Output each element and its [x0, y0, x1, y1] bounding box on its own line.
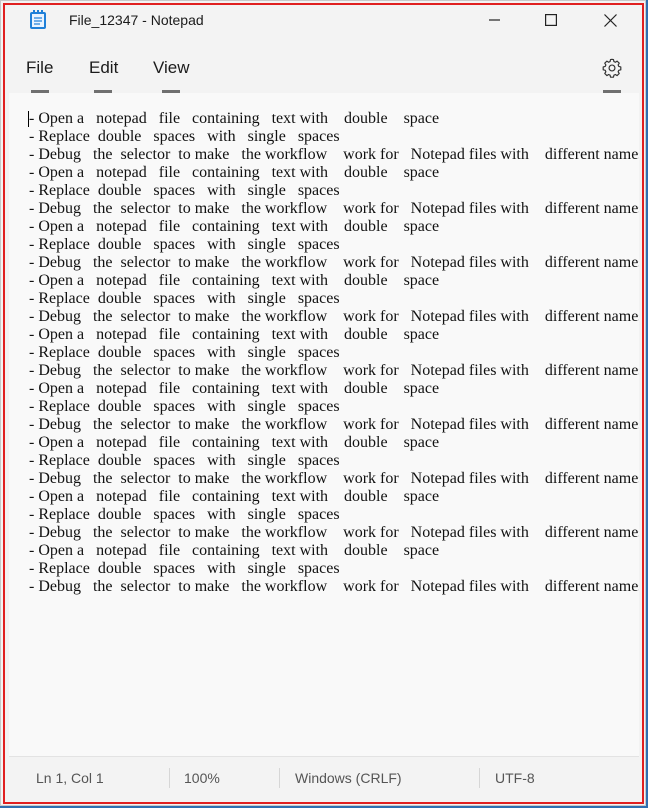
minimize-button[interactable]: [466, 1, 524, 39]
status-bar: Ln 1, Col 1 100% Windows (CRLF) UTF-8: [9, 756, 639, 797]
editor-text: - Open a notepad file containing text wi…: [29, 110, 639, 596]
menu-file[interactable]: File: [26, 58, 53, 78]
text-line: - Open a notepad file containing text wi…: [29, 326, 440, 343]
minimize-icon: [489, 19, 500, 21]
text-line: - Debug the selector to make the workflo…: [29, 470, 639, 487]
notepad-app-icon: [30, 10, 46, 29]
window-title: File_12347 - Notepad: [69, 12, 204, 28]
notepad-window: File_12347 - Notepad File Edit View F E …: [0, 0, 646, 806]
status-divider: [279, 768, 280, 788]
text-line: - Debug the selector to make the workflo…: [29, 416, 639, 433]
close-button[interactable]: [581, 1, 639, 39]
status-divider: [169, 768, 170, 788]
cursor-position: Ln 1, Col 1: [36, 770, 104, 786]
zoom-level[interactable]: 100%: [184, 770, 220, 786]
text-line: - Debug the selector to make the workflo…: [29, 308, 639, 325]
text-line: - Replace double spaces with single spac…: [29, 506, 340, 523]
title-bar[interactable]: File_12347 - Notepad: [1, 1, 645, 41]
gear-icon[interactable]: [601, 57, 623, 79]
maximize-icon: [545, 14, 557, 26]
maximize-button[interactable]: [522, 1, 580, 39]
menu-edit[interactable]: Edit: [89, 58, 118, 78]
text-line: - Open a notepad file containing text wi…: [29, 542, 440, 559]
text-line: - Open a notepad file containing text wi…: [29, 218, 440, 235]
text-editor[interactable]: - Open a notepad file containing text wi…: [9, 93, 639, 757]
menu-view[interactable]: View: [153, 58, 190, 78]
text-line: - Replace double spaces with single spac…: [29, 344, 340, 361]
text-line: - Open a notepad file containing text wi…: [29, 272, 440, 289]
text-line: - Debug the selector to make the workflo…: [29, 362, 639, 379]
text-line: - Debug the selector to make the workflo…: [29, 254, 639, 271]
text-line: - Replace double spaces with single spac…: [29, 128, 340, 145]
text-line: - Open a notepad file containing text wi…: [29, 434, 440, 451]
text-line: - Replace double spaces with single spac…: [29, 452, 340, 469]
text-line: - Debug the selector to make the workflo…: [29, 146, 639, 163]
close-icon: [603, 13, 617, 27]
menu-bar: File Edit View: [1, 41, 645, 93]
text-line: - Debug the selector to make the workflo…: [29, 200, 639, 217]
line-ending[interactable]: Windows (CRLF): [295, 770, 402, 786]
text-line: - Replace double spaces with single spac…: [29, 236, 340, 253]
text-line: - Open a notepad file containing text wi…: [29, 110, 440, 127]
text-line: - Replace double spaces with single spac…: [29, 560, 340, 577]
text-line: - Open a notepad file containing text wi…: [29, 164, 440, 181]
encoding[interactable]: UTF-8: [495, 770, 535, 786]
text-line: - Replace double spaces with single spac…: [29, 290, 340, 307]
text-line: - Replace double spaces with single spac…: [29, 398, 340, 415]
text-line: - Debug the selector to make the workflo…: [29, 524, 639, 541]
status-divider: [479, 768, 480, 788]
text-line: - Open a notepad file containing text wi…: [29, 380, 440, 397]
text-line: - Open a notepad file containing text wi…: [29, 488, 440, 505]
text-line: - Replace double spaces with single spac…: [29, 182, 340, 199]
text-line: - Debug the selector to make the workflo…: [29, 578, 639, 595]
